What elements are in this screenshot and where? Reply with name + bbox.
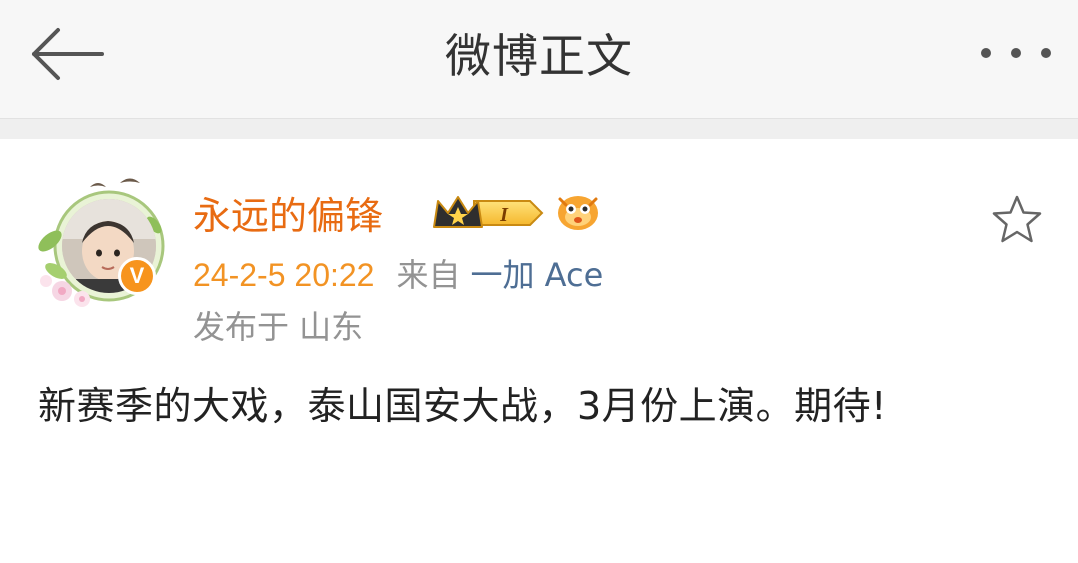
star-outline-icon [992, 195, 1042, 243]
author-name[interactable]: 永远的偏锋 [193, 193, 383, 239]
post-meta: 24-2-5 20:22 来自 一加 Ace [193, 255, 603, 295]
source-device-link[interactable]: 一加 Ace [470, 256, 603, 294]
author-avatar[interactable]: V [28, 173, 168, 313]
post-location: 发布于 山东 [193, 308, 364, 346]
page-title: 微博正文 [445, 29, 633, 83]
post-time: 24-2-5 20:22 [193, 257, 375, 293]
vip-level: I [499, 204, 509, 226]
post-card: V 永远的偏锋 I 24-2-5 20:22 来自 一加 Ace 发布于 山东 … [0, 139, 1078, 563]
source-label: 来自 [396, 256, 461, 294]
weibo-detail-page: 微博正文 V 永远的偏锋 I 24-2-5 20:22 来自 一加 Ace 发布… [0, 0, 1078, 563]
top-navbar: 微博正文 [0, 0, 1078, 119]
section-divider [0, 119, 1078, 139]
more-button[interactable] [978, 38, 1054, 68]
verified-badge: V [118, 257, 156, 295]
favorite-button[interactable] [990, 193, 1044, 247]
fish-fan-badge-icon[interactable] [554, 189, 602, 235]
vip-crown-badge-icon[interactable]: I [430, 191, 546, 235]
more-dots-icon [981, 48, 1051, 58]
post-content: 新赛季的大戏，泰山国安大战，3月份上演。期待! [38, 384, 887, 428]
